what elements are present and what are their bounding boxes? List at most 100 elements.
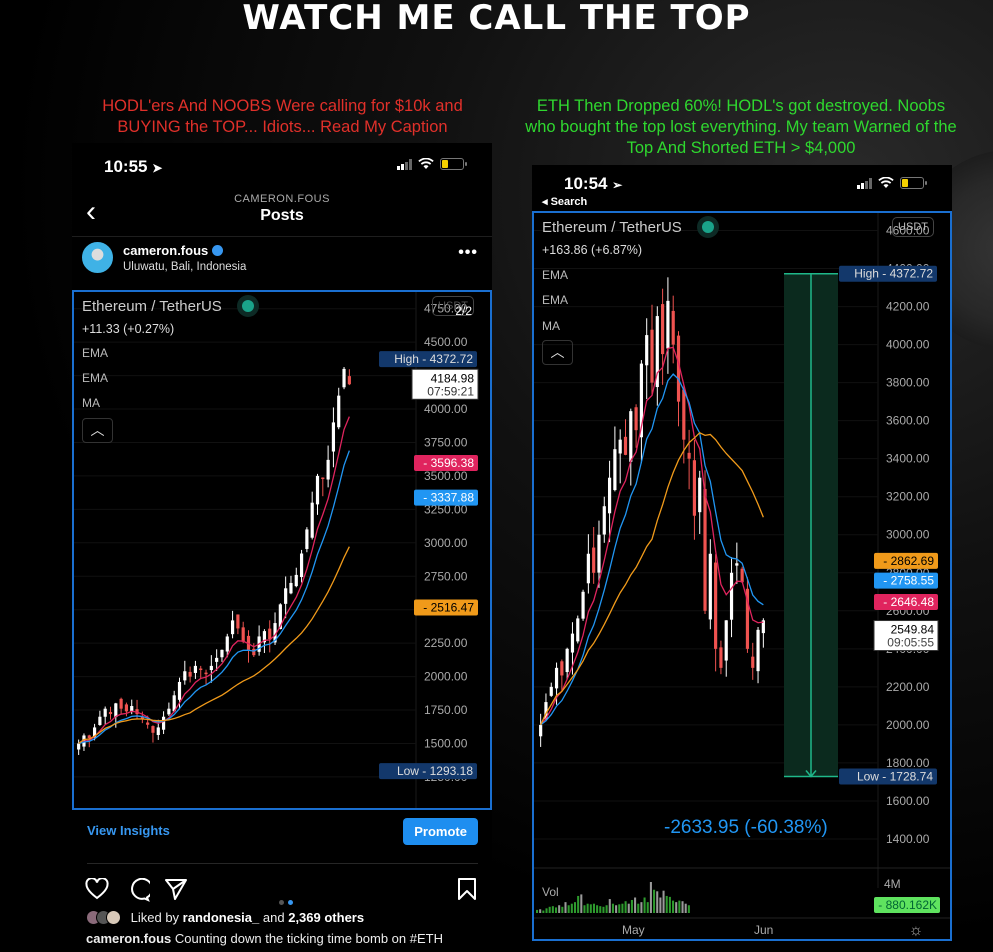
volume-bar xyxy=(637,903,640,913)
volume-bar xyxy=(649,882,652,913)
volume-bar xyxy=(608,899,611,913)
volume-bar xyxy=(567,905,570,913)
chart-change: +163.86 (+6.87%) xyxy=(542,243,643,257)
candle-body xyxy=(230,620,235,635)
indicator-value-tag: - 2646.48 xyxy=(883,595,934,609)
y-tick-label: 2200.00 xyxy=(886,680,930,694)
candle-body xyxy=(592,547,596,573)
indicator-value-tag: - 2758.55 xyxy=(883,574,934,588)
candle-body xyxy=(252,648,256,656)
carousel-pager: 2/2 xyxy=(455,304,472,318)
candle-body xyxy=(215,657,219,662)
y-tick-label: 2750.00 xyxy=(424,569,468,583)
candle-body xyxy=(284,588,288,604)
share-icon[interactable] xyxy=(164,878,188,900)
y-tick-label: 3000.00 xyxy=(424,536,468,550)
indicator-value-tag: - 3596.38 xyxy=(423,456,474,470)
post-location[interactable]: Uluwatu, Bali, Indonesia xyxy=(123,261,246,273)
indicator-ema-2[interactable]: EMA xyxy=(542,293,568,307)
candle-body xyxy=(236,614,240,629)
candle-body xyxy=(315,475,320,505)
collapse-indicators-button[interactable]: ︿ xyxy=(82,418,113,443)
collapse-indicators-button[interactable]: ︿ xyxy=(542,340,573,365)
y-tick-label: 3800.00 xyxy=(886,376,930,390)
wifi-icon xyxy=(418,158,434,169)
volume-bar xyxy=(570,903,573,913)
y-tick-label: 2250.00 xyxy=(424,636,468,650)
tradingview-screenshot: 10:54 ➢ ◂ Search 4600.004400.004200.0040… xyxy=(532,165,952,952)
y-tick-label: 3400.00 xyxy=(886,452,930,466)
volume-bar xyxy=(554,907,558,913)
candle-body xyxy=(756,629,760,672)
promote-button[interactable]: Promote xyxy=(403,818,478,845)
chart-right-canvas: 4600.004400.004200.004000.003800.003600.… xyxy=(534,213,950,939)
headline: WATCH ME CALL THE TOP xyxy=(242,0,751,38)
candle-body xyxy=(740,568,744,583)
last-price-tag: 4184.98 xyxy=(431,371,475,385)
volume-label: Vol xyxy=(542,885,559,899)
candle-body xyxy=(103,708,107,717)
nav-title: Posts xyxy=(260,207,304,224)
candle-body xyxy=(666,300,670,349)
bookmark-icon[interactable] xyxy=(457,877,477,901)
candle-body xyxy=(597,534,601,573)
indicator-ma[interactable]: MA xyxy=(542,319,560,333)
y-tick-label: 3750.00 xyxy=(424,435,468,449)
volume-bar xyxy=(675,902,678,913)
status-bar: 10:55 ➤ xyxy=(72,143,492,187)
candle-body xyxy=(714,562,718,649)
candle-body xyxy=(156,727,160,735)
avatar[interactable] xyxy=(82,242,113,273)
candle-body xyxy=(634,407,638,431)
indicator-ema-1[interactable]: EMA xyxy=(82,346,108,360)
market-status-dot xyxy=(701,221,714,233)
candle-body xyxy=(682,389,686,440)
candle-body xyxy=(167,708,171,715)
volume-bar xyxy=(551,906,554,913)
likes-line[interactable]: Liked by randonesia_ and 2,369 others xyxy=(86,910,364,925)
candle-body xyxy=(623,436,628,455)
y-tick-label: 4000.00 xyxy=(424,402,468,416)
view-insights-link[interactable]: View Insights xyxy=(87,823,170,838)
candle-body xyxy=(729,572,734,620)
candle-body xyxy=(692,460,697,516)
indicator-value-tag: - 3337.88 xyxy=(423,491,474,505)
candle-body xyxy=(708,553,712,620)
back-to-search-link[interactable]: ◂ Search xyxy=(542,195,587,208)
indicator-ma[interactable]: MA xyxy=(82,396,100,410)
volume-bar xyxy=(684,903,687,913)
volume-bar xyxy=(681,901,684,913)
y-tick-label: 1400.00 xyxy=(886,832,930,846)
volume-bar xyxy=(687,905,690,913)
bar-countdown: 07:59:21 xyxy=(427,384,474,398)
volume-bar xyxy=(548,906,551,913)
candle-body xyxy=(347,376,351,385)
settings-gear-icon[interactable]: ☼ xyxy=(909,922,924,939)
volume-bar xyxy=(640,902,643,913)
last-price-tag: 2549.84 xyxy=(891,623,935,637)
location-arrow-icon: ➤ xyxy=(152,161,163,175)
candle-body xyxy=(310,502,314,538)
volume-bar xyxy=(656,891,659,913)
ema-slow-line xyxy=(540,373,764,726)
post-username[interactable]: cameron.fous xyxy=(123,243,224,258)
chart-symbol: Ethereum / TetherUS xyxy=(542,219,714,236)
indicator-ema-2[interactable]: EMA xyxy=(82,371,108,385)
volume-bar xyxy=(586,903,589,913)
more-dots-icon[interactable]: ••• xyxy=(458,244,478,262)
candle-body xyxy=(299,553,304,578)
y-tick-label: 4500.00 xyxy=(424,335,468,349)
volume-bar xyxy=(668,896,671,913)
candle-body xyxy=(305,529,309,549)
signal-icon xyxy=(857,177,872,189)
candle-body xyxy=(161,716,166,730)
volume-bar xyxy=(605,905,608,913)
volume-axis-label: 4M xyxy=(884,877,901,891)
y-tick-label: 3000.00 xyxy=(886,528,930,542)
currency-badge[interactable]: USDT xyxy=(892,217,934,237)
candle-body xyxy=(645,335,649,366)
heart-icon[interactable] xyxy=(85,878,109,900)
indicator-ema-1[interactable]: EMA xyxy=(542,268,568,282)
candle-body xyxy=(294,574,298,587)
comment-icon[interactable] xyxy=(126,878,150,902)
